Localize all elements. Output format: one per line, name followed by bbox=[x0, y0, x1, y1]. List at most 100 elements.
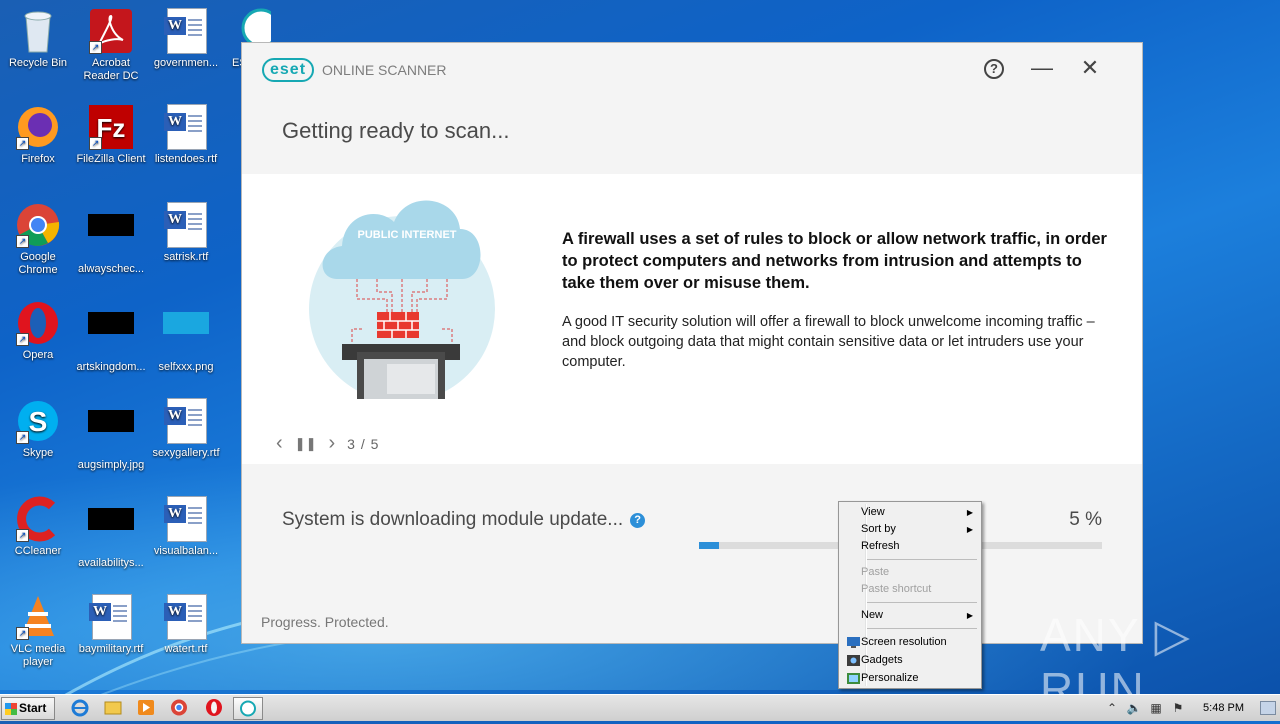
word-doc-icon: W bbox=[162, 496, 210, 542]
submenu-arrow-icon: ▶ bbox=[966, 611, 973, 620]
black-image-icon bbox=[87, 410, 135, 456]
desktop-icon-sexygallery[interactable]: W sexygallery.rtf bbox=[148, 398, 224, 460]
system-tray: ⌃ 🔈 ▦ ⚑ 5:48 PM bbox=[1101, 695, 1280, 721]
eset-logo-text: ONLINE SCANNER bbox=[322, 62, 447, 78]
taskbar-media-player[interactable] bbox=[132, 697, 160, 718]
filezilla-icon: Fz ↗ bbox=[87, 104, 135, 150]
icon-label: availabilitys... bbox=[78, 557, 144, 569]
menu-item-sort-by[interactable]: Sort by ▶ bbox=[841, 521, 979, 538]
desktop-icon-baymilitary[interactable]: W baymilitary.rtf bbox=[73, 594, 149, 656]
tagline: Progress. Protected. bbox=[261, 614, 389, 630]
eset-icon bbox=[240, 700, 256, 717]
word-doc-icon: W bbox=[162, 8, 210, 54]
next-slide-button[interactable]: › bbox=[328, 432, 335, 455]
desktop-icon-artskingdom[interactable]: artskingdom... bbox=[73, 300, 149, 374]
menu-item-new[interactable]: New ▶ bbox=[841, 607, 979, 624]
ccleaner-icon: ↗ bbox=[14, 496, 62, 542]
desktop-icon-alwayschec[interactable]: alwayschec... bbox=[73, 202, 149, 276]
desktop-icon-listendoes[interactable]: W listendoes.rtf bbox=[148, 104, 224, 166]
icon-label: CCleaner bbox=[14, 545, 62, 557]
minimize-button[interactable]: — bbox=[1028, 55, 1056, 83]
taskbar: Start ⌃ 🔈 ▦ ⚑ 5:48 PM bbox=[0, 694, 1280, 721]
menu-separator bbox=[867, 628, 977, 629]
icon-label: Opera bbox=[22, 349, 54, 361]
desktop-icon-filezilla[interactable]: Fz ↗ FileZilla Client bbox=[73, 104, 149, 166]
icon-label: augsimply.jpg bbox=[77, 459, 145, 471]
desktop-icon-opera[interactable]: ↗ Opera bbox=[0, 300, 76, 362]
shortcut-arrow-icon: ↗ bbox=[16, 235, 29, 248]
tip-headline: A firewall uses a set of rules to block … bbox=[562, 230, 1107, 292]
prev-slide-button[interactable]: ‹ bbox=[276, 432, 283, 455]
tray-expand-icon[interactable]: ⌃ bbox=[1103, 701, 1121, 715]
opera-icon bbox=[206, 699, 222, 716]
desktop-icon-firefox[interactable]: ↗ Firefox bbox=[0, 104, 76, 166]
taskbar-eset[interactable] bbox=[233, 697, 263, 720]
desktop-icon-augsimply[interactable]: augsimply.jpg bbox=[73, 398, 149, 472]
progress-bar-fill bbox=[699, 542, 720, 549]
menu-item-label: Refresh bbox=[861, 540, 900, 552]
menu-item-screen-resolution[interactable]: Screen resolution bbox=[841, 634, 979, 651]
desktop-icon-chrome[interactable]: ↗ Google Chrome bbox=[0, 202, 76, 277]
icon-label: baymilitary.rtf bbox=[78, 643, 144, 655]
taskbar-internet-explorer[interactable] bbox=[66, 697, 94, 718]
media-player-icon bbox=[138, 700, 154, 715]
desktop-icon-availabilitys[interactable]: availabilitys... bbox=[73, 496, 149, 570]
start-button[interactable]: Start bbox=[1, 697, 55, 720]
clock[interactable]: 5:48 PM bbox=[1203, 702, 1244, 714]
eset-logo: eset ONLINE SCANNER bbox=[262, 58, 447, 82]
desktop-icon-selfxxx[interactable]: selfxxx.png bbox=[148, 300, 224, 374]
menu-item-view[interactable]: View ▶ bbox=[841, 504, 979, 521]
icon-label: sexygallery.rtf bbox=[152, 447, 220, 459]
explorer-icon bbox=[104, 701, 122, 715]
icon-label: visualbalan... bbox=[153, 545, 219, 557]
eset-logo-badge: eset bbox=[262, 58, 315, 82]
close-button[interactable]: ✕ bbox=[1076, 55, 1104, 83]
desktop-icon-skype[interactable]: S ↗ Skype bbox=[0, 398, 76, 460]
desktop-icon-watert[interactable]: W watert.rtf bbox=[148, 594, 224, 656]
progress-panel: System is downloading module update... ?… bbox=[242, 464, 1142, 643]
chrome-icon: ↗ bbox=[14, 202, 62, 248]
skype-icon: S ↗ bbox=[14, 398, 62, 444]
taskbar-opera[interactable] bbox=[200, 697, 228, 718]
shortcut-arrow-icon: ↗ bbox=[16, 137, 29, 150]
menu-item-paste: Paste bbox=[841, 564, 979, 581]
status-help-icon[interactable]: ? bbox=[630, 512, 646, 528]
desktop-icon-governmen[interactable]: W governmen... bbox=[148, 8, 224, 70]
black-image-icon bbox=[87, 214, 135, 260]
menu-item-label: Paste shortcut bbox=[861, 583, 932, 595]
desktop-icon-satrisk[interactable]: W satrisk.rtf bbox=[148, 202, 224, 264]
start-label: Start bbox=[19, 701, 47, 715]
desktop-icon-acrobat[interactable]: ↗ Acrobat Reader DC bbox=[73, 8, 149, 83]
network-icon[interactable]: ▦ bbox=[1147, 701, 1165, 715]
firewall-illustration bbox=[309, 200, 495, 399]
personalize-icon bbox=[847, 673, 860, 684]
menu-item-gadgets[interactable]: Gadgets bbox=[841, 652, 979, 669]
menu-item-personalize[interactable]: Personalize bbox=[841, 670, 979, 687]
icon-label: Google Chrome bbox=[18, 251, 58, 276]
menu-item-refresh[interactable]: Refresh bbox=[841, 538, 979, 555]
desktop-icon-vlc[interactable]: ↗ VLC media player bbox=[0, 594, 76, 669]
icon-label: Acrobat Reader DC bbox=[83, 57, 139, 82]
icon-label: watert.rtf bbox=[164, 643, 208, 655]
pause-slideshow-button[interactable]: ❚❚ bbox=[295, 436, 317, 452]
desktop-icon-recycle-bin[interactable]: Recycle Bin bbox=[0, 8, 76, 70]
opera-icon: ↗ bbox=[14, 300, 62, 346]
icon-label: satrisk.rtf bbox=[163, 251, 209, 263]
show-desktop-button[interactable] bbox=[1260, 701, 1276, 715]
desktop-icon-visualbalan[interactable]: W visualbalan... bbox=[148, 496, 224, 558]
icon-label: governmen... bbox=[153, 57, 219, 69]
svg-text:S: S bbox=[29, 406, 48, 437]
volume-icon[interactable]: 🔈 bbox=[1125, 701, 1143, 715]
desktop-icon-ccleaner[interactable]: ↗ CCleaner bbox=[0, 496, 76, 558]
menu-item-label: View bbox=[861, 506, 885, 518]
action-center-flag-icon[interactable]: ⚑ bbox=[1169, 701, 1187, 715]
help-button[interactable]: ? bbox=[980, 55, 1008, 83]
shortcut-arrow-icon: ↗ bbox=[16, 431, 29, 444]
firefox-icon: ↗ bbox=[14, 104, 62, 150]
taskbar-explorer[interactable] bbox=[99, 697, 127, 718]
menu-item-paste-shortcut: Paste shortcut bbox=[841, 581, 979, 598]
taskbar-chrome[interactable] bbox=[165, 697, 193, 718]
shortcut-arrow-icon: ↗ bbox=[16, 333, 29, 346]
icon-label: VLC media player bbox=[10, 643, 66, 668]
black-image-icon bbox=[87, 508, 135, 554]
